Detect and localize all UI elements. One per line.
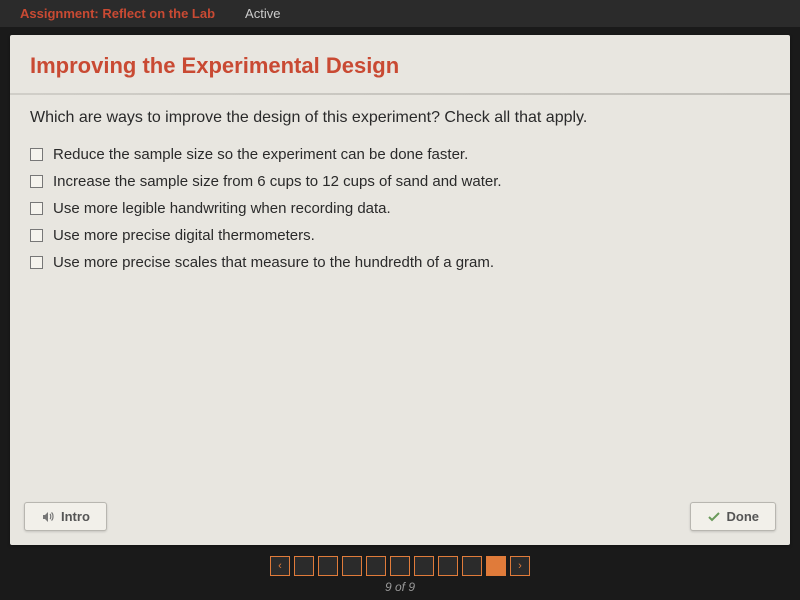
- assignment-label: Assignment: Reflect on the Lab: [20, 6, 215, 21]
- page-square[interactable]: [438, 556, 458, 576]
- checkbox[interactable]: [30, 202, 43, 215]
- checkbox[interactable]: [30, 175, 43, 188]
- option-row[interactable]: Increase the sample size from 6 cups to …: [30, 168, 770, 195]
- checkbox[interactable]: [30, 256, 43, 269]
- next-page-button[interactable]: ›: [510, 556, 530, 576]
- option-label: Use more precise digital thermometers.: [53, 227, 315, 244]
- option-row[interactable]: Use more precise digital thermometers.: [30, 222, 770, 249]
- intro-button-label: Intro: [61, 509, 90, 524]
- page-square[interactable]: [366, 556, 386, 576]
- speaker-icon: [41, 510, 55, 524]
- option-row[interactable]: Use more legible handwriting when record…: [30, 195, 770, 222]
- footer-nav: ‹ › 9 of 9: [0, 556, 800, 594]
- top-bar: Assignment: Reflect on the Lab Active: [0, 0, 800, 27]
- check-icon: [707, 510, 721, 524]
- card-title: Improving the Experimental Design: [10, 35, 790, 93]
- page-square[interactable]: [294, 556, 314, 576]
- bottom-buttons: Intro Done: [24, 502, 776, 531]
- page-square[interactable]: [414, 556, 434, 576]
- page-square[interactable]: [390, 556, 410, 576]
- chevron-left-icon: ‹: [278, 560, 282, 572]
- intro-button[interactable]: Intro: [24, 502, 107, 531]
- divider: [10, 93, 790, 95]
- prev-page-button[interactable]: ‹: [270, 556, 290, 576]
- option-label: Reduce the sample size so the experiment…: [53, 146, 468, 163]
- page-squares: ‹ ›: [270, 556, 530, 576]
- options-list: Reduce the sample size so the experiment…: [10, 141, 790, 276]
- option-row[interactable]: Reduce the sample size so the experiment…: [30, 141, 770, 168]
- page-square[interactable]: [486, 556, 506, 576]
- page-square-container: [294, 556, 506, 576]
- checkbox[interactable]: [30, 148, 43, 161]
- page-square[interactable]: [318, 556, 338, 576]
- page-counter: 9 of 9: [0, 580, 800, 594]
- done-button-label: Done: [727, 509, 760, 524]
- status-label: Active: [245, 6, 280, 21]
- checkbox[interactable]: [30, 229, 43, 242]
- content-card: Improving the Experimental Design Which …: [10, 35, 790, 545]
- option-label: Increase the sample size from 6 cups to …: [53, 173, 502, 190]
- chevron-right-icon: ›: [518, 560, 522, 572]
- question-text: Which are ways to improve the design of …: [10, 109, 790, 141]
- option-row[interactable]: Use more precise scales that measure to …: [30, 249, 770, 276]
- done-button[interactable]: Done: [690, 502, 777, 531]
- page-square[interactable]: [342, 556, 362, 576]
- page-square[interactable]: [462, 556, 482, 576]
- option-label: Use more legible handwriting when record…: [53, 200, 391, 217]
- option-label: Use more precise scales that measure to …: [53, 254, 494, 271]
